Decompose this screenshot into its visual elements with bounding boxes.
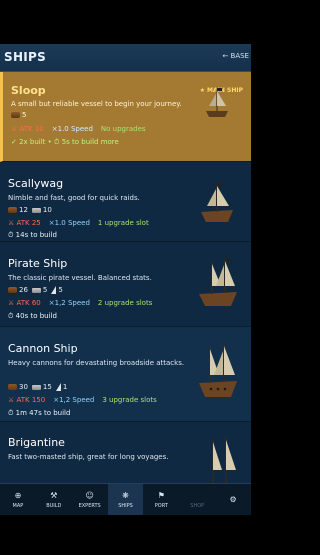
ship-stats-row: ⚔ ATK 10 ×1.0 Speed No upgrades: [11, 124, 146, 134]
ship-name: Scallywag: [8, 177, 64, 190]
cost-log: 30: [8, 383, 28, 391]
status-area: [0, 0, 251, 44]
ship-name: Brigantine: [8, 436, 65, 449]
scallywag-ship-icon: [201, 183, 233, 222]
ship-stats-row: ⚔ ATK 60 ×1,2 Speed 2 upgrade slots: [8, 298, 152, 308]
cost-sail: 5: [51, 286, 63, 294]
upgrade-slots: 2 upgrade slots: [97, 299, 153, 307]
ship-card-brigantine[interactable]: Brigantine Fast two-masted ship, great f…: [0, 422, 251, 483]
hammer-icon: ⚒: [50, 490, 58, 500]
attack-stat: ⚔ ATK 150: [8, 396, 46, 404]
ship-cost-row: 26 5 5: [8, 285, 67, 295]
tab-label: SHOP: [190, 502, 205, 509]
sloop-ship-icon: [206, 88, 228, 117]
brigantine-ship-icon: [212, 438, 236, 483]
ship-card-cannon-ship[interactable]: Cannon Ship Heavy cannons for devastatin…: [0, 327, 251, 422]
pirate-ship-icon: [199, 258, 237, 306]
cost-log: 5: [11, 111, 26, 119]
tab-label: BUILD: [46, 502, 62, 509]
build-status: ✓ 2x built • ⏱ 5s to build more: [11, 138, 119, 146]
ship-list[interactable]: Sloop ★ MAIN SHIP A small but reliable v…: [0, 72, 251, 483]
ship-description: Fast two-masted ship, great for long voy…: [8, 453, 169, 461]
cost-sail: 1: [55, 383, 67, 391]
cost-plank: 10: [31, 206, 52, 214]
sail-icon: [51, 286, 57, 294]
ship-cost-row: 12 10: [8, 205, 56, 215]
tab-label: EXPERTS: [78, 502, 101, 509]
tab-label: MAP: [12, 502, 24, 509]
tab-map[interactable]: ⊕ MAP: [0, 484, 36, 515]
speed-stat: ×1.0 Speed: [48, 219, 90, 227]
settings-icon: ⚙: [229, 494, 237, 504]
page-header: SHIPS ← BASE: [0, 44, 251, 72]
log-icon: [8, 384, 17, 390]
cannon-ship-icon: [199, 344, 237, 397]
ship-card-sloop[interactable]: Sloop ★ MAIN SHIP A small but reliable v…: [0, 72, 251, 162]
ship-name: Sloop: [11, 84, 46, 97]
build-time: ⏱ 40s to build: [8, 312, 57, 320]
plank-icon: [31, 287, 41, 293]
bottom-bar-area: [0, 515, 251, 555]
log-icon: [11, 112, 20, 118]
sail-icon: [55, 383, 61, 391]
ship-name: Pirate Ship: [8, 257, 68, 270]
attack-stat: ⚔ ATK 60: [8, 299, 41, 307]
map-icon: ⊕: [14, 490, 22, 500]
helm-icon: ❋: [122, 490, 129, 500]
ship-description: The classic pirate vessel. Balanced stat…: [8, 274, 152, 282]
cost-plank: 15: [31, 383, 52, 391]
back-to-base-button[interactable]: ← BASE: [222, 52, 249, 60]
tab-label: SHIPS: [118, 502, 133, 509]
speed-stat: ×1,2 Speed: [53, 396, 95, 404]
ship-description: Nimble and fast, good for quick raids.: [8, 194, 140, 202]
upgrade-slots: 1 upgrade slot: [97, 219, 149, 227]
ship-name: Cannon Ship: [8, 342, 78, 355]
ship-stats-row: ⚔ ATK 25 ×1.0 Speed 1 upgrade slot: [8, 218, 149, 228]
ship-card-scallywag[interactable]: Scallywag Nimble and fast, good for quic…: [0, 162, 251, 242]
flag-icon: ⚑: [157, 490, 165, 500]
build-time: ⏱ 14s to build: [8, 231, 57, 239]
upgrade-slots: 3 upgrade slots: [102, 396, 157, 404]
plank-icon: [31, 207, 41, 213]
cost-plank: 5: [31, 286, 47, 294]
tab-label: PORT: [154, 502, 168, 509]
tab-build[interactable]: ⚒ BUILD: [36, 484, 72, 515]
bottom-nav: ⊕ MAP ⚒ BUILD ☺ EXPERTS ❋ SHIPS ⚑ PORT S…: [0, 483, 251, 515]
speed-stat: ×1.0 Speed: [51, 125, 93, 133]
ship-stats-row: ⚔ ATK 150 ×1,2 Speed 3 upgrade slots: [8, 395, 157, 405]
tab-ships[interactable]: ❋ SHIPS: [107, 484, 144, 515]
upgrade-slots: No upgrades: [100, 125, 146, 133]
cost-log: 12: [8, 206, 28, 214]
ship-cost-row: 30 15 1: [8, 382, 71, 392]
ship-description: A small but reliable vessel to begin you…: [11, 100, 182, 108]
experts-icon: ☺: [85, 490, 94, 500]
tab-settings[interactable]: ⚙: [215, 484, 251, 515]
plank-icon: [31, 384, 41, 390]
attack-stat: ⚔ ATK 10: [11, 125, 44, 133]
page-title: SHIPS: [4, 50, 47, 64]
speed-stat: ×1,2 Speed: [48, 299, 90, 307]
attack-stat: ⚔ ATK 25: [8, 219, 41, 227]
tab-shop[interactable]: SHOP: [179, 484, 215, 515]
tab-port[interactable]: ⚑ PORT: [143, 484, 179, 515]
tab-experts[interactable]: ☺ EXPERTS: [72, 484, 108, 515]
cost-log: 26: [8, 286, 28, 294]
build-time: ⏱ 1m 47s to build: [8, 409, 71, 417]
ship-cost-row: 5: [11, 110, 30, 120]
ship-card-pirate-ship[interactable]: Pirate Ship The classic pirate vessel. B…: [0, 242, 251, 327]
log-icon: [8, 287, 17, 293]
log-icon: [8, 207, 17, 213]
ship-description: Heavy cannons for devastating broadside …: [8, 359, 185, 367]
